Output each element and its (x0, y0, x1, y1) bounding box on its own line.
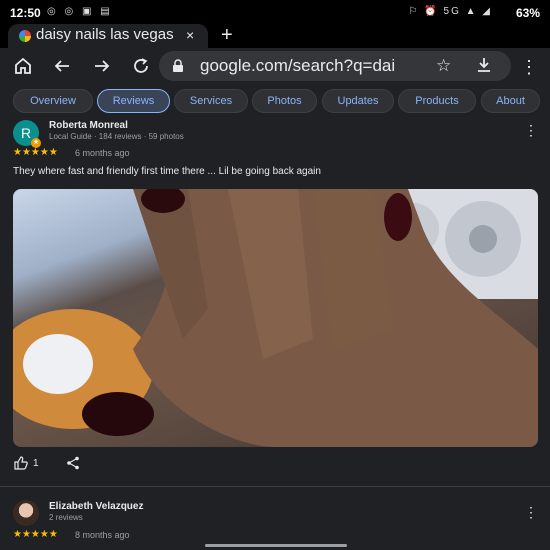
reviewer-meta: 2 reviews (49, 513, 83, 522)
like-count: 1 (33, 458, 39, 469)
avatar[interactable]: R ★ (13, 120, 41, 148)
tab-strip: daisy nails las vegas × + (0, 24, 550, 48)
star-rating: ★★★★★ (13, 529, 58, 540)
tab-products[interactable]: Products (398, 89, 476, 113)
share-icon[interactable] (66, 456, 80, 475)
notification-icons: ◎ ◎ ▣ ▤ (47, 6, 113, 17)
review-text: They where fast and friendly first time … (13, 166, 321, 177)
address-bar[interactable]: google.com/search?q=dai ☆ (159, 51, 511, 81)
star-rating: ★★★★★ (13, 147, 58, 158)
review-more-icon[interactable]: ⋮ (524, 122, 538, 139)
reviewer-meta: Local Guide · 184 reviews · 59 photos (49, 132, 184, 141)
tab-overview[interactable]: Overview (13, 89, 93, 113)
hand-photo-illustration (13, 189, 538, 447)
reviewer-name[interactable]: Elizabeth Velazquez (49, 501, 143, 512)
bookmark-star-icon[interactable]: ☆ (436, 56, 451, 76)
tab-updates[interactable]: Updates (322, 89, 394, 113)
status-time: 12:50 (10, 6, 41, 20)
tab-reviews[interactable]: Reviews (97, 89, 170, 113)
back-arrow-icon[interactable] (52, 57, 72, 77)
battery-level: 63% (515, 6, 540, 20)
thumbs-up-icon[interactable] (14, 456, 28, 473)
lock-icon (171, 59, 185, 73)
close-tab-icon[interactable]: × (186, 27, 194, 43)
tab-photos[interactable]: Photos (252, 89, 317, 113)
review-date: 6 months ago (75, 148, 130, 158)
new-tab-icon[interactable]: + (221, 24, 233, 47)
browser-tab[interactable]: daisy nails las vegas × (8, 24, 208, 48)
tab-about[interactable]: About (481, 89, 540, 113)
system-status-icons: ⚐ ⏰ 5G ▲ ◢ (408, 6, 492, 17)
url-text[interactable]: google.com/search?q=dai (200, 56, 395, 76)
review-date: 8 months ago (75, 530, 130, 540)
gesture-bar[interactable] (205, 544, 347, 547)
review-more-icon[interactable]: ⋮ (524, 504, 538, 521)
reload-icon[interactable] (131, 57, 151, 77)
avatar-letter: R (20, 125, 32, 141)
home-icon[interactable] (13, 57, 33, 77)
avatar[interactable] (13, 500, 39, 526)
reviewer-name[interactable]: Roberta Monreal (49, 120, 128, 131)
divider (0, 486, 550, 487)
forward-arrow-icon[interactable] (92, 57, 112, 77)
more-menu-icon[interactable]: ⋮ (520, 57, 538, 78)
place-tabs: Overview Reviews Services Photos Updates… (0, 88, 550, 114)
tab-title: daisy nails las vegas (36, 26, 174, 43)
browser-toolbar: google.com/search?q=dai ☆ ⋮ (0, 48, 550, 86)
tab-services[interactable]: Services (174, 89, 248, 113)
review-photo[interactable] (13, 189, 538, 447)
status-bar: 12:50 ◎ ◎ ▣ ▤ ⚐ ⏰ 5G ▲ ◢ 63% (0, 0, 550, 24)
download-icon[interactable] (476, 56, 492, 79)
google-favicon-icon (19, 30, 31, 42)
